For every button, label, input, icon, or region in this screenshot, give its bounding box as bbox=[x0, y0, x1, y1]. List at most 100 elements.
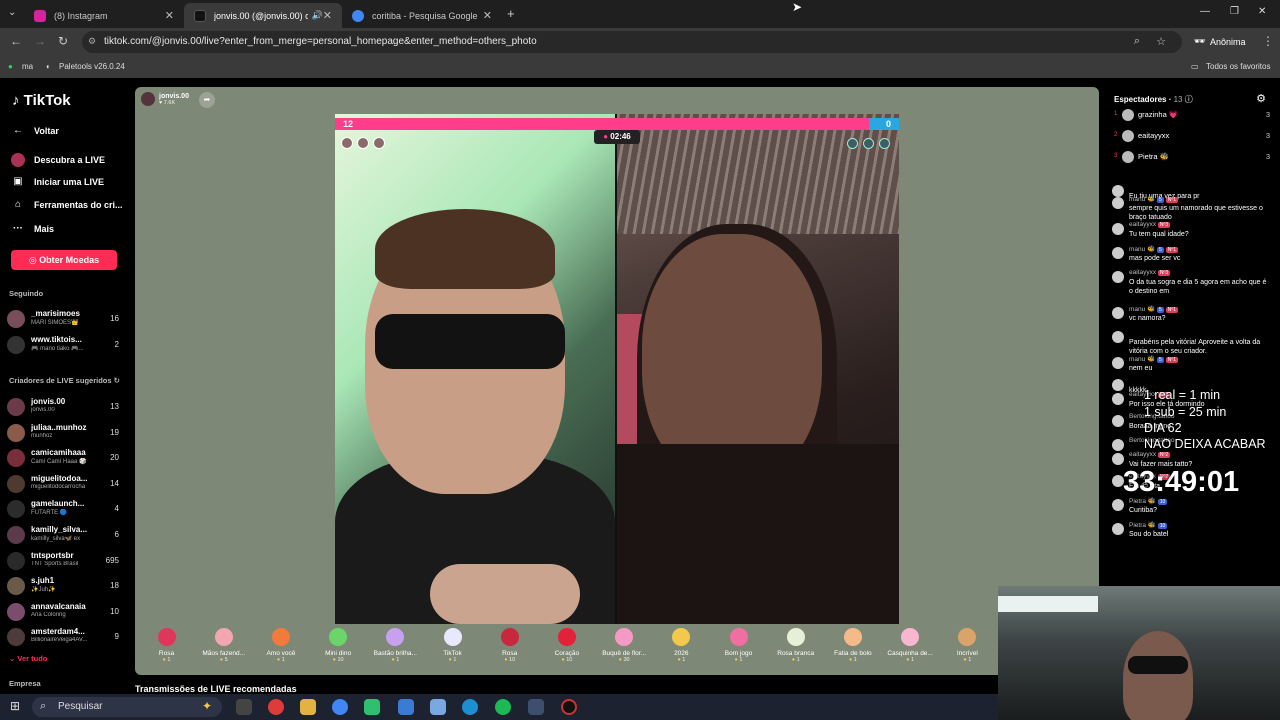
nav-discover-live[interactable]: Descubra a LIVE bbox=[11, 153, 105, 167]
settings-icon[interactable]: ⚙ bbox=[1256, 92, 1266, 105]
avatar[interactable] bbox=[1112, 439, 1124, 451]
nav-back[interactable]: ← Voltar bbox=[11, 125, 59, 136]
host-info[interactable]: jonvis.00 ♥ 7.6K bbox=[141, 92, 189, 106]
creator-item[interactable]: kamilly_silva... kamilly_silva🦋 ex 6 bbox=[7, 524, 123, 546]
supporter-avatar[interactable] bbox=[357, 137, 369, 149]
nav-more[interactable]: ··· Mais bbox=[11, 223, 54, 234]
chat-user[interactable]: manu 🐝 5 Nº1 bbox=[1129, 195, 1180, 203]
avatar[interactable] bbox=[1112, 415, 1124, 427]
close-window-icon[interactable]: ✕ bbox=[1258, 6, 1266, 17]
supporter-avatar[interactable] bbox=[863, 138, 874, 149]
battle-video[interactable]: 12 0 ● 02:46 bbox=[335, 114, 899, 624]
creator-item[interactable]: juliaa..munhoz munhoz 19 bbox=[7, 422, 123, 444]
avatar[interactable] bbox=[1112, 307, 1124, 319]
chat-user[interactable]: eaitayyxx Nº2 bbox=[1129, 451, 1172, 458]
close-tab-icon[interactable]: ✕ bbox=[323, 9, 332, 22]
footer-company[interactable]: Empresa bbox=[9, 679, 41, 688]
avatar[interactable] bbox=[1112, 271, 1124, 283]
avatar[interactable] bbox=[1112, 357, 1124, 369]
bookmark-paletools[interactable]: Paletools v26.0.24 bbox=[59, 62, 125, 71]
close-tab-icon[interactable]: ✕ bbox=[165, 9, 174, 22]
chat-user[interactable]: manu 🐝 5 Nº1 bbox=[1129, 355, 1180, 363]
tab-google[interactable]: coritiba - Pesquisa Google ✕ bbox=[342, 3, 502, 28]
minimize-icon[interactable]: — bbox=[1200, 6, 1210, 17]
supporter-avatar[interactable] bbox=[879, 138, 890, 149]
task-view-icon[interactable] bbox=[236, 699, 252, 715]
gift-item[interactable]: Mini dino ● 10 bbox=[310, 628, 367, 663]
gift-item[interactable]: 2026 ● 1 bbox=[653, 628, 710, 663]
bookmark-star-icon[interactable]: ☆ bbox=[1156, 35, 1166, 48]
gift-item[interactable]: Mãos fazend... ● 5 bbox=[195, 628, 252, 663]
taskbar-search[interactable]: ⌕ Pesquisar ✦ bbox=[32, 697, 222, 717]
avatar[interactable] bbox=[1112, 197, 1124, 209]
creator-item[interactable]: tntsportsbr TNT Sports Brasil 695 bbox=[7, 550, 123, 572]
avatar[interactable] bbox=[1112, 499, 1124, 511]
gift-item[interactable]: Rosa ● 1 bbox=[138, 628, 195, 663]
creator-item[interactable]: jonvis.00 jonvis.00 13 bbox=[7, 396, 123, 418]
following-account[interactable]: www.tiktois... 🎮 mano tiako 🎮... 2 bbox=[7, 334, 123, 356]
app-icon[interactable] bbox=[364, 699, 380, 715]
avatar[interactable] bbox=[1112, 331, 1124, 343]
avatar[interactable] bbox=[1112, 453, 1124, 465]
viewer-row[interactable]: 3 Pietra 🐝 3 bbox=[1112, 149, 1270, 167]
chrome-icon[interactable] bbox=[332, 699, 348, 715]
gift-item[interactable]: Casquinha de... ● 1 bbox=[882, 628, 939, 663]
store-icon[interactable] bbox=[398, 699, 414, 715]
chat-user[interactable]: Pietra 🐝 10 bbox=[1129, 521, 1169, 529]
reload-icon[interactable]: ↻ bbox=[58, 34, 68, 48]
viewer-row[interactable]: 1 grazinha 💗 3 bbox=[1112, 107, 1270, 125]
gift-item[interactable]: Bastão brilha... ● 1 bbox=[367, 628, 424, 663]
tab-instagram[interactable]: (8) Instagram ✕ bbox=[24, 3, 184, 28]
avatar[interactable] bbox=[1112, 523, 1124, 535]
chat-user[interactable]: eaitayyxx Nº3 bbox=[1129, 269, 1172, 276]
avatar[interactable] bbox=[1112, 223, 1124, 235]
gift-item[interactable]: Incrível ● 1 bbox=[939, 628, 996, 663]
creator-item[interactable]: miguelitodoa... miguelitodocarrocha 14 bbox=[7, 473, 123, 495]
menu-icon[interactable]: ⋮ bbox=[1262, 34, 1274, 48]
maximize-icon[interactable]: ❐ bbox=[1230, 6, 1239, 17]
new-tab-icon[interactable]: + bbox=[507, 6, 515, 21]
close-tab-icon[interactable]: ✕ bbox=[483, 9, 492, 22]
info-icon[interactable]: ⓘ bbox=[1185, 95, 1193, 104]
edge-icon[interactable] bbox=[462, 699, 478, 715]
file-explorer-icon[interactable] bbox=[300, 699, 316, 715]
creator-item[interactable]: s.juh1 ✨Juh✨ 18 bbox=[7, 575, 123, 597]
bookmark-ma[interactable]: ma bbox=[22, 62, 33, 71]
url-field[interactable]: ⚙ tiktok.com/@jonvis.00/live?enter_from_… bbox=[82, 31, 1182, 53]
get-coins-button[interactable]: ◎ Obter Moedas bbox=[11, 250, 117, 270]
gift-item[interactable]: Bom jogo ● 1 bbox=[710, 628, 767, 663]
share-icon[interactable]: ➦ bbox=[199, 92, 215, 108]
avatar[interactable] bbox=[1112, 393, 1124, 405]
gift-item[interactable]: TikTok ● 1 bbox=[424, 628, 481, 663]
gift-item[interactable]: Fatia de bolo ● 1 bbox=[824, 628, 881, 663]
forward-icon[interactable]: → bbox=[34, 34, 46, 48]
gift-item[interactable]: Coração ● 10 bbox=[538, 628, 595, 663]
gift-item[interactable]: Rosa ● 10 bbox=[481, 628, 538, 663]
supporter-avatar[interactable] bbox=[341, 137, 353, 149]
gift-item[interactable]: Rosa branca ● 1 bbox=[767, 628, 824, 663]
following-account[interactable]: _marisimoes MARI SIMÕES👑 16 bbox=[7, 308, 123, 330]
viewer-row[interactable]: 2 eaitayyxx 3 bbox=[1112, 128, 1270, 146]
supporter-avatar[interactable] bbox=[847, 138, 858, 149]
refresh-icon[interactable]: ↻ bbox=[114, 376, 120, 385]
avatar[interactable] bbox=[1112, 185, 1124, 197]
all-bookmarks[interactable]: Todos os favoritos bbox=[1206, 62, 1270, 71]
chat-user[interactable]: eaitayyxx Nº3 bbox=[1129, 221, 1172, 228]
zoom-search-icon[interactable]: ⌕ bbox=[1134, 35, 1140, 48]
supporter-avatar[interactable] bbox=[373, 137, 385, 149]
tab-tiktok[interactable]: jonvis.00 (@jonvis.00) com 🔊 ✕ bbox=[184, 3, 342, 28]
creator-item[interactable]: amsterdam4... BillionaireVeiga4AV... 9 bbox=[7, 626, 123, 648]
see-all-link[interactable]: ⌄ Ver tudo bbox=[9, 654, 47, 663]
obs-icon[interactable] bbox=[561, 699, 577, 715]
windows-start-icon[interactable]: ⊞ bbox=[10, 699, 20, 713]
nav-start-live[interactable]: ▣ Iniciar uma LIVE bbox=[11, 176, 104, 187]
gift-item[interactable]: Amo você ● 1 bbox=[252, 628, 309, 663]
speaker-icon[interactable]: 🔊 bbox=[312, 10, 323, 21]
nav-creator-tools[interactable]: ⌂ Ferramentas do cri... bbox=[11, 199, 123, 210]
tab-list-icon[interactable]: ⌄ bbox=[8, 7, 16, 18]
opera-icon[interactable] bbox=[268, 699, 284, 715]
gift-item[interactable]: Buquê de flor... ● 30 bbox=[596, 628, 653, 663]
avatar[interactable] bbox=[1112, 247, 1124, 259]
site-info-icon[interactable]: ⚙ bbox=[88, 36, 96, 47]
back-icon[interactable]: ← bbox=[10, 34, 22, 48]
